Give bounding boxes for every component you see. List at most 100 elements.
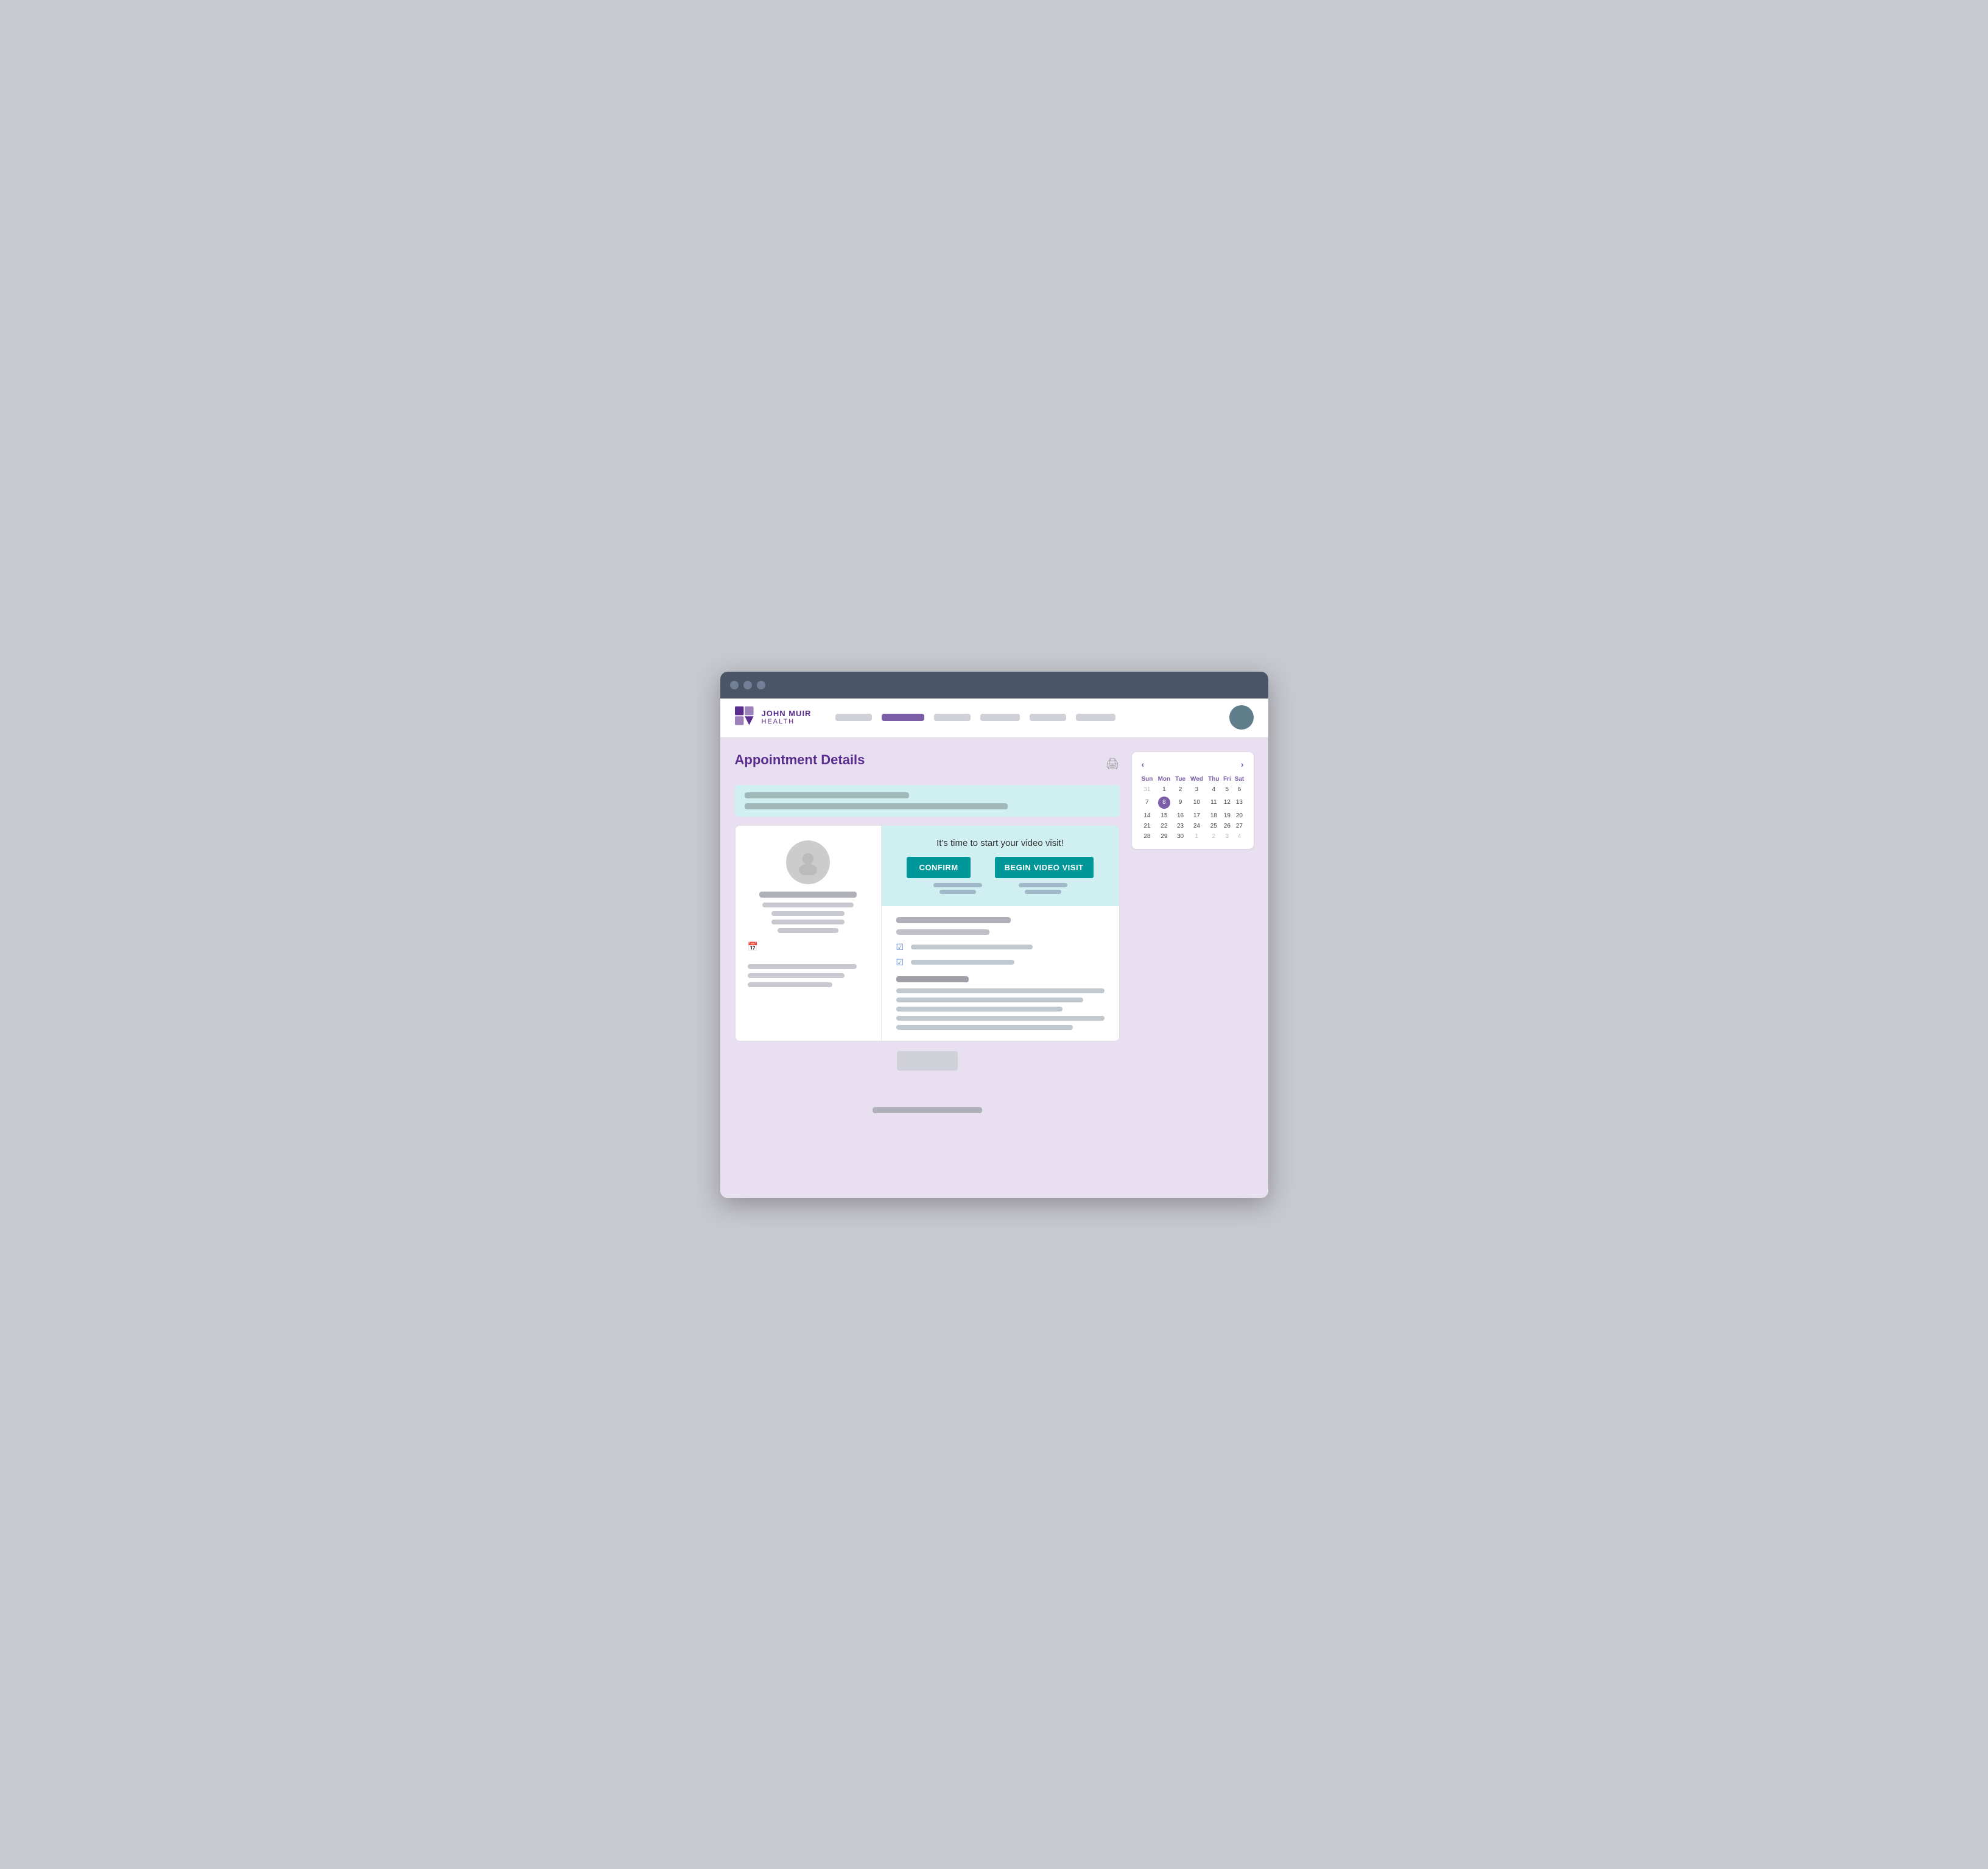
cal-day-21[interactable]: 21	[1139, 821, 1156, 831]
cal-week-3: 14 15 16 17 18 19 20	[1139, 811, 1246, 821]
video-sub-bar-1	[1019, 883, 1067, 887]
cal-header-tue: Tue	[1173, 774, 1187, 784]
cal-day-26[interactable]: 26	[1221, 821, 1232, 831]
cal-day-14[interactable]: 14	[1139, 811, 1156, 821]
appt-card-inner: 📅 It's time to st	[736, 826, 1119, 1041]
cal-day-15[interactable]: 15	[1155, 811, 1173, 821]
cal-header-fri: Fri	[1221, 774, 1232, 784]
cal-day-24[interactable]: 24	[1188, 821, 1206, 831]
calendar-icon: 📅	[748, 942, 758, 952]
cal-day-3-next[interactable]: 3	[1221, 831, 1232, 842]
cal-day-1[interactable]: 1	[1155, 784, 1173, 795]
cal-day-9[interactable]: 9	[1173, 795, 1187, 811]
section-divider	[896, 976, 969, 982]
cal-day-13[interactable]: 13	[1232, 795, 1246, 811]
text-line-3	[896, 1007, 1063, 1012]
check-icon-2: ☑	[896, 957, 906, 968]
cal-day-7[interactable]: 7	[1139, 795, 1156, 811]
cal-day-5[interactable]: 5	[1221, 784, 1232, 795]
cal-day-11[interactable]: 11	[1206, 795, 1221, 811]
detail-heading-bar-2	[896, 929, 990, 935]
cal-header-wed: Wed	[1188, 774, 1206, 784]
cal-week-1: 31 1 2 3 4 5 6	[1139, 784, 1246, 795]
browser-titlebar	[720, 672, 1268, 699]
cal-day-4[interactable]: 4	[1206, 784, 1221, 795]
cal-day-2-next[interactable]: 2	[1206, 831, 1221, 842]
nav-avatar[interactable]	[1229, 705, 1254, 730]
provider-link-bar-3	[748, 982, 832, 987]
calendar-day-headers: Sun Mon Tue Wed Thu Fri Sat	[1139, 774, 1246, 784]
bottom-bar-2	[735, 1107, 1120, 1113]
cal-day-31-prev[interactable]: 31	[1139, 784, 1156, 795]
print-icon[interactable]: 🖨	[1106, 758, 1120, 770]
confirm-button[interactable]: CONFIRM	[907, 857, 970, 878]
confirm-sub	[933, 883, 982, 894]
calendar-prev-button[interactable]: ‹	[1139, 759, 1147, 769]
cal-header-sat: Sat	[1232, 774, 1246, 784]
cal-day-10[interactable]: 10	[1188, 795, 1206, 811]
nav-items	[835, 714, 1217, 721]
cal-day-28[interactable]: 28	[1139, 831, 1156, 842]
confirm-sub-bar-1	[933, 883, 982, 887]
visit-details: ☑ ☑	[882, 906, 1119, 1041]
cal-day-20[interactable]: 20	[1232, 811, 1246, 821]
appointment-card: 📅 It's time to st	[735, 825, 1120, 1041]
provider-dept-bar	[771, 911, 844, 916]
cal-week-5: 28 29 30 1 2 3 4	[1139, 831, 1246, 842]
cal-day-18[interactable]: 18	[1206, 811, 1221, 821]
nav-item-3[interactable]	[934, 714, 971, 721]
bottom-bar-placeholder	[873, 1107, 982, 1113]
info-line-1	[745, 792, 909, 798]
provider-links	[748, 964, 869, 991]
provider-link-bar-2	[748, 973, 845, 978]
cal-day-16[interactable]: 16	[1173, 811, 1187, 821]
cal-day-8-today[interactable]: 8	[1155, 795, 1173, 811]
page-title: Appointment Details	[735, 752, 865, 768]
text-line-5	[896, 1025, 1073, 1030]
cal-day-1-next[interactable]: 1	[1188, 831, 1206, 842]
nav-item-6[interactable]	[1076, 714, 1115, 721]
nav-item-1[interactable]	[835, 714, 872, 721]
cal-header-mon: Mon	[1155, 774, 1173, 784]
cal-day-3[interactable]: 3	[1188, 784, 1206, 795]
browser-window: JOHN MUIR HEALTH Appointment Details	[720, 672, 1268, 1198]
sidebar-calendar: ‹ › Sun Mon Tue Wed Thu Fri Sat	[1132, 752, 1254, 849]
begin-video-visit-button[interactable]: BEGIN VIDEO VISIT	[995, 857, 1094, 878]
cal-day-19[interactable]: 19	[1221, 811, 1232, 821]
cal-day-2[interactable]: 2	[1173, 784, 1187, 795]
text-line-2	[896, 998, 1084, 1002]
cal-day-27[interactable]: 27	[1232, 821, 1246, 831]
person-icon	[795, 850, 821, 875]
browser-dot-3	[757, 681, 765, 689]
cal-day-23[interactable]: 23	[1173, 821, 1187, 831]
video-sub-bar-2	[1025, 890, 1061, 894]
provider-link-bar-1	[748, 964, 857, 969]
cal-day-6[interactable]: 6	[1232, 784, 1246, 795]
main-layout: Appointment Details 🖨	[720, 737, 1268, 1128]
action-sub	[896, 883, 1105, 894]
cal-day-30[interactable]: 30	[1173, 831, 1187, 842]
video-sub	[1019, 883, 1067, 894]
cal-day-12[interactable]: 12	[1221, 795, 1232, 811]
today-indicator: 8	[1158, 797, 1170, 809]
nav-item-2[interactable]	[882, 714, 924, 721]
text-line-4	[896, 1016, 1105, 1021]
provider-loc-bar	[778, 928, 838, 933]
video-actions: CONFIRM BEGIN VIDEO VISIT	[896, 857, 1105, 878]
browser-dot-1	[730, 681, 739, 689]
cal-day-25[interactable]: 25	[1206, 821, 1221, 831]
cal-day-17[interactable]: 17	[1188, 811, 1206, 821]
provider-specialty-bar	[762, 903, 853, 907]
calendar-body: 31 1 2 3 4 5 6 7 8 9 10	[1139, 784, 1246, 842]
cal-day-4-next[interactable]: 4	[1232, 831, 1246, 842]
cal-day-29[interactable]: 29	[1155, 831, 1173, 842]
cal-week-4: 21 22 23 24 25 26 27	[1139, 821, 1246, 831]
bottom-action-button[interactable]	[897, 1051, 958, 1071]
checklist-item-2: ☑	[896, 957, 1105, 968]
calendar-grid: Sun Mon Tue Wed Thu Fri Sat 31 1	[1139, 774, 1246, 842]
calendar-next-button[interactable]: ›	[1238, 759, 1246, 769]
cal-header-thu: Thu	[1206, 774, 1221, 784]
nav-item-5[interactable]	[1030, 714, 1066, 721]
nav-item-4[interactable]	[980, 714, 1020, 721]
cal-day-22[interactable]: 22	[1155, 821, 1173, 831]
